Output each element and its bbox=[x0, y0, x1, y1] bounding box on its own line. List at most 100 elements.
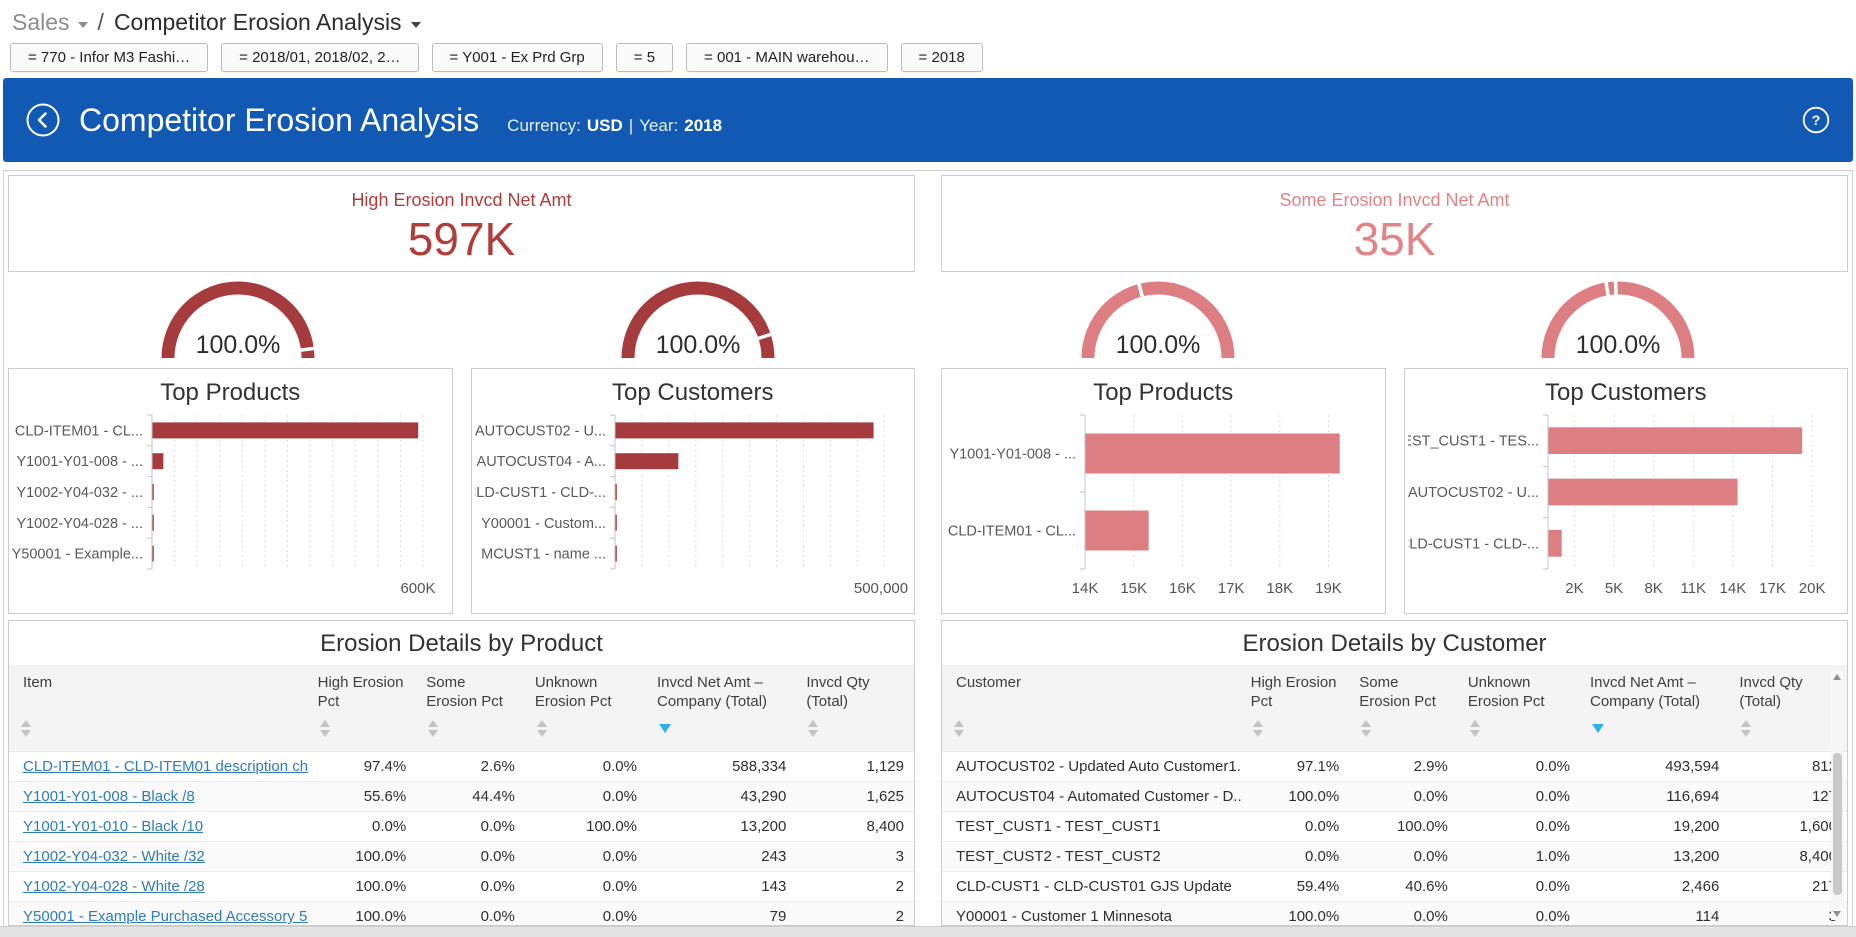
sort-arrows-icon[interactable] bbox=[806, 720, 818, 737]
axis-tick-label: 20K bbox=[1799, 580, 1826, 597]
column-header[interactable]: Some Erosion Pct bbox=[1349, 665, 1458, 712]
filter-chip[interactable]: = 2018/01, 2018/02, 2… bbox=[221, 43, 418, 72]
triangle-down-icon[interactable] bbox=[657, 724, 671, 733]
cell-value: 8,400 bbox=[1729, 842, 1847, 872]
scroll-down-icon[interactable] bbox=[1833, 911, 1841, 917]
horizontal-scrollbar[interactable] bbox=[0, 926, 1856, 937]
cell-value: 114 bbox=[1580, 902, 1729, 926]
axis-tick-label: 600K bbox=[401, 580, 436, 597]
bar[interactable] bbox=[615, 453, 678, 469]
gauge-chart: 100.0% bbox=[607, 274, 789, 364]
column-header[interactable]: High Erosion Pct bbox=[1241, 665, 1350, 712]
table-row: Y00001 - Customer 1 Minnesota100.0%0.0%0… bbox=[942, 902, 1847, 926]
item-link[interactable]: CLD-ITEM01 - CLD-ITEM01 description chan… bbox=[23, 758, 308, 775]
cell-value: 100.0% bbox=[308, 842, 417, 872]
sort-arrows-icon[interactable] bbox=[952, 720, 964, 737]
row-label: AUTOCUST04 - Automated Customer - D... bbox=[942, 782, 1241, 812]
bar[interactable] bbox=[153, 422, 419, 438]
bar[interactable] bbox=[1548, 530, 1561, 557]
bar[interactable] bbox=[615, 546, 616, 562]
cell-value: 19,200 bbox=[1580, 812, 1729, 842]
column-header[interactable]: Some Erosion Pct bbox=[416, 665, 525, 712]
cell-value: 0.0% bbox=[525, 782, 647, 812]
column-header[interactable]: High Erosion Pct bbox=[308, 665, 417, 712]
sort-arrows-icon[interactable] bbox=[1739, 720, 1751, 737]
table-title: Erosion Details by Product bbox=[9, 621, 914, 665]
category-label: Y1001-Y01-008 - ... bbox=[17, 454, 144, 470]
bar[interactable] bbox=[1548, 427, 1802, 454]
row-label: AUTOCUST02 - Updated Auto Customer1... bbox=[942, 752, 1241, 782]
bar-chart: CLD-ITEM01 - CL...Y1001-Y01-008 - ...Y10… bbox=[12, 407, 448, 605]
cell-value: 40.6% bbox=[1349, 872, 1458, 902]
sort-arrows-icon[interactable] bbox=[1251, 720, 1263, 737]
bar[interactable] bbox=[153, 484, 154, 500]
item-link[interactable]: Y50001 - Example Purchased Accessory 500… bbox=[23, 908, 308, 925]
filter-chip[interactable]: = Y001 - Ex Prd Grp bbox=[432, 43, 603, 72]
axis-tick-label: 14K bbox=[1072, 580, 1099, 597]
cell-value: 3 bbox=[796, 842, 914, 872]
breadcrumb-section[interactable]: Sales bbox=[12, 9, 88, 36]
sort-arrows-icon[interactable] bbox=[426, 720, 438, 737]
triangle-down-icon[interactable] bbox=[1590, 724, 1604, 733]
filter-chip[interactable]: = 2018 bbox=[901, 43, 983, 72]
column-header[interactable]: Unknown Erosion Pct bbox=[1458, 665, 1580, 712]
bar[interactable] bbox=[615, 484, 616, 500]
sort-arrows-icon[interactable] bbox=[318, 720, 330, 737]
cell-value: 0.0% bbox=[308, 812, 417, 842]
bar[interactable] bbox=[1548, 479, 1737, 506]
column-header[interactable]: Invcd Net Amt – Company (Total) bbox=[647, 665, 796, 712]
item-link[interactable]: Y1001-Y01-010 - Black /10 bbox=[23, 818, 203, 835]
currency-value: USD bbox=[587, 116, 623, 136]
chart-title: Top Customers bbox=[1407, 371, 1846, 407]
table-row: Y1002-Y04-032 - White /32100.0%0.0%0.0%2… bbox=[9, 842, 914, 872]
bar[interactable] bbox=[153, 515, 154, 531]
cell-value: 97.4% bbox=[308, 752, 417, 782]
chart-title: Top Customers bbox=[474, 371, 913, 407]
cell-value: 100.0% bbox=[308, 872, 417, 902]
bar[interactable] bbox=[615, 422, 873, 438]
column-header[interactable]: Invcd Net Amt – Company (Total) bbox=[1580, 665, 1729, 712]
column-header[interactable]: Invcd Qty (Total) bbox=[796, 665, 914, 712]
item-link[interactable]: Y1002-Y04-028 - White /28 bbox=[23, 878, 205, 895]
bar[interactable] bbox=[1086, 434, 1340, 474]
cell-value: 2.6% bbox=[416, 752, 525, 782]
cell-value: 97.1% bbox=[1241, 752, 1350, 782]
filter-chip[interactable]: = 5 bbox=[616, 43, 673, 72]
column-header[interactable]: Unknown Erosion Pct bbox=[525, 665, 647, 712]
gauge-row: 100.0% 100.0% 100.0% 100.0% bbox=[8, 274, 1848, 364]
cell-value: 0.0% bbox=[525, 842, 647, 872]
cell-value: 100.0% bbox=[1241, 902, 1350, 926]
sort-arrows-icon[interactable] bbox=[19, 720, 31, 737]
sort-arrows-icon[interactable] bbox=[1468, 720, 1480, 737]
back-button[interactable] bbox=[25, 102, 61, 138]
category-label: AUTOCUST04 - A... bbox=[476, 454, 605, 470]
axis-tick-label: 15K bbox=[1121, 580, 1148, 597]
bar[interactable] bbox=[615, 515, 616, 531]
bar[interactable] bbox=[153, 546, 154, 562]
vertical-scrollbar[interactable] bbox=[1831, 671, 1844, 920]
breadcrumb-page[interactable]: Competitor Erosion Analysis bbox=[114, 9, 421, 36]
filter-chip[interactable]: = 770 - Infor M3 Fashi… bbox=[10, 43, 208, 72]
column-header[interactable]: Item bbox=[9, 665, 308, 712]
row-label: Y00001 - Customer 1 Minnesota bbox=[942, 902, 1241, 926]
item-link[interactable]: Y1001-Y01-008 - Black /8 bbox=[23, 788, 195, 805]
category-label: AUTOCUST02 - U... bbox=[1408, 485, 1539, 501]
scroll-up-icon[interactable] bbox=[1833, 674, 1841, 680]
scrollbar-thumb[interactable] bbox=[1833, 753, 1842, 895]
chart-title: Top Products bbox=[944, 371, 1383, 407]
svg-text:100.0%: 100.0% bbox=[1116, 331, 1201, 359]
column-header[interactable]: Customer bbox=[942, 665, 1241, 712]
bar[interactable] bbox=[1086, 511, 1149, 551]
help-button[interactable]: ? bbox=[1801, 105, 1831, 135]
category-label: TEST_CUST1 - TES... bbox=[1408, 434, 1539, 450]
bar[interactable] bbox=[153, 453, 164, 469]
filter-chip[interactable]: = 001 - MAIN warehou… bbox=[686, 43, 888, 72]
kpi-value: 597K bbox=[9, 216, 914, 262]
table-row: AUTOCUST02 - Updated Auto Customer1...97… bbox=[942, 752, 1847, 782]
table-row: TEST_CUST2 - TEST_CUST20.0%0.0%1.0%13,20… bbox=[942, 842, 1847, 872]
column-header[interactable]: Invcd Qty (Total) bbox=[1729, 665, 1847, 712]
item-link[interactable]: Y1002-Y04-032 - White /32 bbox=[23, 848, 205, 865]
sort-arrows-icon[interactable] bbox=[535, 720, 547, 737]
table-row: CLD-CUST1 - CLD-CUST01 GJS Update59.4%40… bbox=[942, 872, 1847, 902]
sort-arrows-icon[interactable] bbox=[1359, 720, 1371, 737]
